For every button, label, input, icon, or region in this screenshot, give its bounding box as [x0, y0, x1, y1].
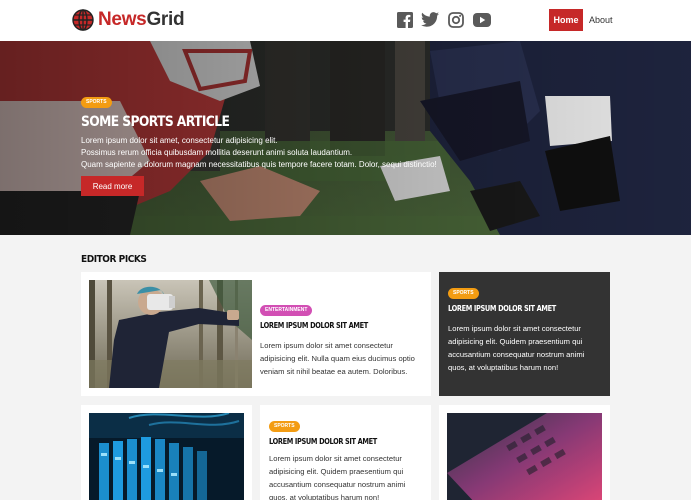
hero-text-line: Quam sapiente a dolorum magnam necessita…: [81, 160, 437, 169]
hero-title: SOME SPORTS ARTICLE: [81, 114, 230, 130]
category-badge[interactable]: SPORTS: [448, 288, 479, 299]
twitter-icon[interactable]: [421, 12, 439, 27]
article-card-image[interactable]: [81, 405, 252, 500]
read-more-button[interactable]: Read more: [81, 176, 144, 196]
article-title[interactable]: LOREM IPSUM DOLOR SIT AMET: [448, 304, 583, 313]
article-image-laptop[interactable]: [447, 413, 602, 500]
logo-text-news: News: [98, 9, 147, 30]
article-image-servers[interactable]: [89, 413, 244, 500]
article-excerpt: Lorem ipsum dolor sit amet consectetur a…: [260, 341, 415, 376]
category-badge[interactable]: ENTERTAINMENT: [260, 305, 313, 316]
navbar: NewsGrid Home About: [0, 0, 691, 41]
article-title[interactable]: LOREM IPSUM DOLOR SIT AMET: [260, 321, 403, 330]
article-title[interactable]: LOREM IPSUM DOLOR SIT AMET: [269, 437, 404, 446]
hero-text-line: Lorem ipsum dolor sit amet, consectetur …: [81, 136, 278, 145]
nav-home-link[interactable]: Home: [549, 9, 583, 31]
logo[interactable]: NewsGrid: [72, 9, 185, 31]
hero-text-line: Possimus rerum officia quibusdam molliti…: [81, 148, 353, 157]
logo-text-grid: Grid: [146, 9, 185, 30]
hero-description: Lorem ipsum dolor sit amet, consectetur …: [81, 135, 501, 171]
article-card[interactable]: SPORTS LOREM IPSUM DOLOR SIT AMET Lorem …: [260, 405, 431, 500]
category-badge[interactable]: SPORTS: [269, 421, 300, 432]
hero-category-badge[interactable]: SPORTS: [81, 97, 112, 108]
article-excerpt: Lorem ipsum dolor sit amet consectetur a…: [448, 324, 585, 372]
hero-content: SPORTS SOME SPORTS ARTICLE Lorem ipsum d…: [81, 90, 501, 196]
globe-icon: [72, 9, 94, 31]
article-excerpt: Lorem ipsum dolor sit amet consectetur a…: [269, 454, 406, 500]
section-title: EDITOR PICKS: [81, 254, 147, 265]
article-card[interactable]: ENTERTAINMENT LOREM IPSUM DOLOR SIT AMET…: [81, 272, 431, 396]
article-body: ENTERTAINMENT LOREM IPSUM DOLOR SIT AMET…: [260, 298, 423, 378]
article-image-vr[interactable]: [89, 280, 252, 388]
article-card-image[interactable]: [439, 405, 610, 500]
youtube-icon[interactable]: [473, 13, 491, 27]
instagram-icon[interactable]: [448, 12, 464, 28]
nav-about-link[interactable]: About: [589, 9, 613, 31]
facebook-icon[interactable]: [397, 12, 413, 28]
article-card-dark[interactable]: SPORTS LOREM IPSUM DOLOR SIT AMET Lorem …: [439, 272, 610, 396]
hero-banner: SPORTS SOME SPORTS ARTICLE Lorem ipsum d…: [0, 41, 691, 235]
